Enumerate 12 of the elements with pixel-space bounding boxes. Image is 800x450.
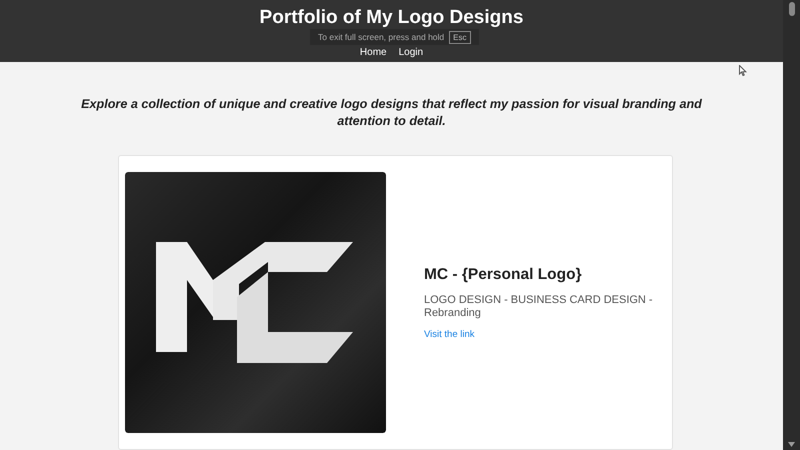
fullscreen-notice-text: To exit full screen, press and hold [318, 32, 444, 42]
intro-text: Explore a collection of unique and creative logo designs that reflect my passion for visual branding and attention to detail. [80, 96, 703, 130]
project-services: LOGO DESIGN - BUSINESS CARD DESIGN - Rebranding [424, 294, 654, 320]
cursor-icon [739, 65, 747, 76]
scrollbar-thumb[interactable] [788, 2, 794, 16]
project-link[interactable]: Visit the link [424, 328, 475, 340]
project-title: MC - {Personal Logo} [424, 266, 583, 284]
scroll-down-icon[interactable] [788, 442, 795, 447]
nav-link[interactable]: Home [360, 47, 387, 58]
site-title: Portfolio of My Logo Designs [260, 7, 524, 29]
esc-key: Esc [449, 30, 470, 44]
nav-link[interactable]: Login [398, 47, 424, 58]
